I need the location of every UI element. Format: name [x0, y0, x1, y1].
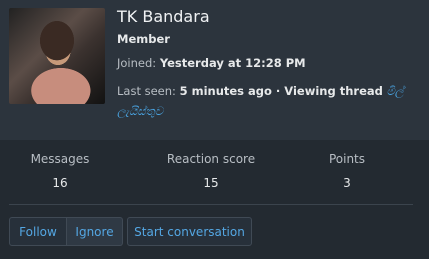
stat-points: Points 3	[287, 152, 407, 190]
divider	[9, 204, 413, 205]
stat-label: Reaction score	[166, 152, 256, 166]
stat-messages: Messages 16	[0, 152, 120, 190]
last-seen-value: 5 minutes ago · Viewing thread	[179, 84, 383, 98]
stat-label: Messages	[30, 152, 90, 166]
stat-value[interactable]: 15	[151, 176, 271, 190]
stat-value[interactable]: 3	[287, 176, 407, 190]
member-role: Member	[117, 32, 170, 46]
last-seen-label: Last seen:	[117, 84, 176, 98]
joined-value: Yesterday at 12:28 PM	[159, 56, 306, 70]
member-tooltip-card: TK Bandara Member Joined: Yesterday at 1…	[0, 0, 429, 259]
start-conversation-button[interactable]: Start conversation	[127, 217, 252, 246]
stat-label: Points	[328, 152, 366, 166]
joined-label: Joined:	[117, 56, 157, 70]
follow-button[interactable]: Follow	[9, 217, 67, 246]
joined-line: Joined: Yesterday at 12:28 PM	[117, 56, 306, 70]
last-seen-line: Last seen: 5 minutes ago · Viewing threa…	[117, 81, 417, 121]
stat-reaction-score: Reaction score 15	[151, 152, 271, 190]
member-header: TK Bandara Member Joined: Yesterday at 1…	[0, 0, 429, 140]
ignore-button[interactable]: Ignore	[67, 217, 123, 246]
stat-value[interactable]: 16	[0, 176, 120, 190]
follow-ignore-group: Follow Ignore	[9, 217, 123, 246]
avatar[interactable]	[9, 8, 105, 104]
member-name[interactable]: TK Bandara	[117, 7, 210, 26]
